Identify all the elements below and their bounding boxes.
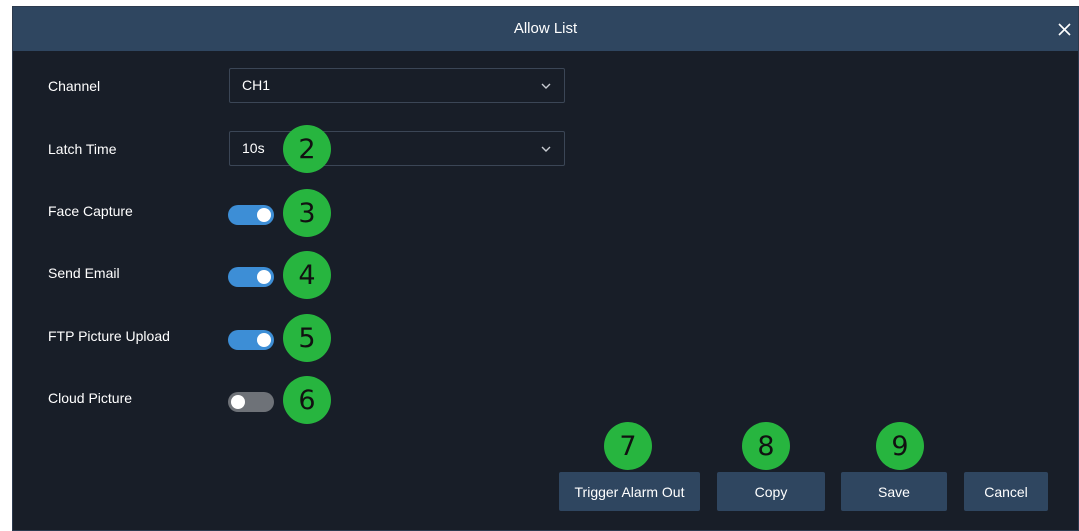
channel-select[interactable]: CH1 (229, 68, 565, 103)
close-icon[interactable] (1050, 7, 1078, 51)
toggle-knob (231, 395, 245, 409)
callout-badge-7: 7 (604, 422, 652, 470)
dialog-titlebar: Allow List (13, 7, 1078, 51)
channel-label: Channel (48, 78, 101, 94)
callout-badge-6: 6 (283, 376, 331, 424)
callout-badge-2: 2 (283, 125, 331, 173)
callout-badge-9: 9 (876, 422, 924, 470)
chevron-down-icon (541, 83, 551, 89)
allow-list-dialog: Allow List Channel CH1 Latch Time 10s 2 … (12, 6, 1079, 531)
latch-time-select[interactable]: 10s (229, 131, 565, 166)
channel-value: CH1 (242, 77, 271, 93)
callout-badge-3: 3 (283, 189, 331, 237)
toggle-knob (257, 270, 271, 284)
toggle-knob (257, 208, 271, 222)
toggle-knob (257, 333, 271, 347)
cloud-picture-toggle[interactable] (228, 392, 274, 412)
send-email-label: Send Email (48, 265, 120, 281)
callout-badge-4: 4 (283, 251, 331, 299)
trigger-alarm-out-button[interactable]: Trigger Alarm Out (559, 472, 700, 511)
cancel-button[interactable]: Cancel (964, 472, 1048, 511)
dialog-title: Allow List (513, 20, 578, 37)
send-email-toggle[interactable] (228, 267, 274, 287)
ftp-picture-upload-label: FTP Picture Upload (48, 328, 170, 344)
callout-badge-8: 8 (742, 422, 790, 470)
face-capture-label: Face Capture (48, 203, 133, 219)
face-capture-toggle[interactable] (228, 205, 274, 225)
save-button[interactable]: Save (841, 472, 947, 511)
chevron-down-icon (541, 146, 551, 152)
latch-time-label: Latch Time (48, 141, 117, 157)
copy-button[interactable]: Copy (717, 472, 825, 511)
latch-time-value: 10s (242, 140, 265, 156)
callout-badge-5: 5 (283, 314, 331, 362)
cloud-picture-label: Cloud Picture (48, 390, 133, 406)
ftp-picture-upload-toggle[interactable] (228, 330, 274, 350)
